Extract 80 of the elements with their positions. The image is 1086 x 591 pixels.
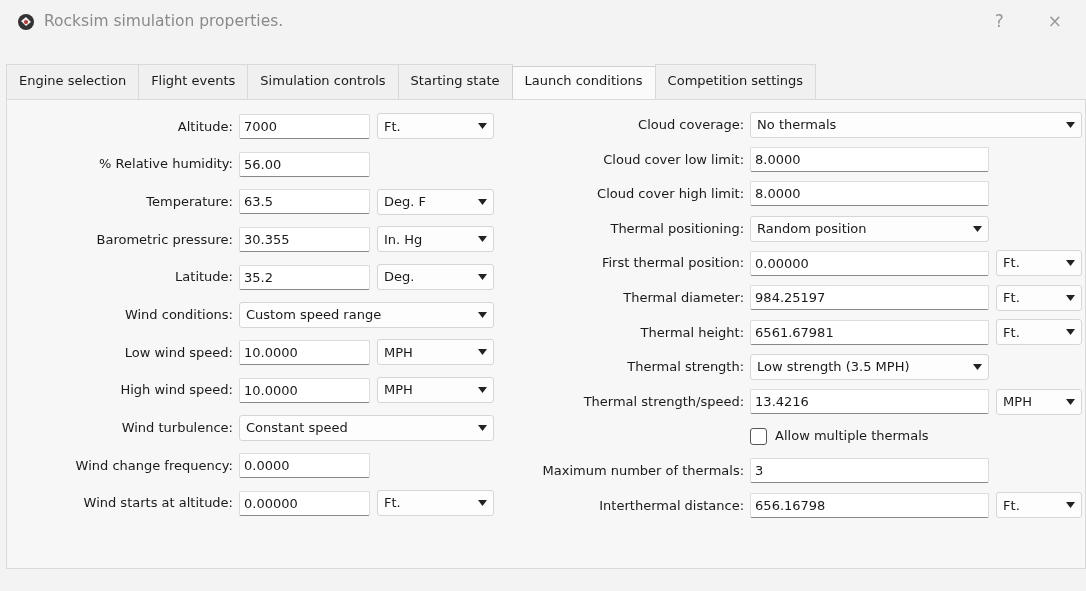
input-field[interactable]: 0.0000 [239,453,370,479]
caret-icon [1066,502,1076,509]
window-title: Rocksim simulation properties. [44,11,284,33]
input-field[interactable]: 0.00000 [750,250,990,276]
field-label: Maximum number of thermals: [541,462,746,480]
field-label: Wind conditions: [123,306,234,325]
input-field[interactable]: 35.2 [239,264,370,290]
input-field[interactable]: 56.00 [239,151,370,177]
field-label: Cloud cover high limit: [596,185,746,204]
caret-icon [973,225,983,232]
input-field[interactable]: 7000 [239,113,370,139]
input-field[interactable]: 8.0000 [750,181,990,207]
field-label: Temperature: [145,192,234,211]
field-label: Wind starts at altitude: [82,494,234,513]
tab[interactable]: Launch conditions [511,66,656,99]
tab[interactable]: Competition settings [654,64,817,99]
dropdown[interactable]: Constant speed [239,414,494,441]
input-field[interactable]: 6561.67981 [750,319,990,345]
unit-dropdown[interactable]: Ft. [996,250,1083,277]
app-icon [16,12,36,32]
unit-dropdown[interactable]: MPH [377,377,494,404]
field-label: Latitude: [174,268,234,287]
caret-icon [478,311,487,318]
caret-icon [478,349,487,356]
caret-icon [973,363,983,370]
caret-icon [1066,398,1076,405]
input-field[interactable]: 63.5 [239,189,370,215]
caret-icon [478,236,487,243]
field-label: Thermal diameter: [622,289,746,307]
field-label: % Relative humidity: [98,155,234,174]
unit-dropdown[interactable]: Ft. [996,492,1083,519]
input-field[interactable]: 10.0000 [239,339,370,365]
checkbox[interactable] [750,427,768,445]
unit-dropdown[interactable]: In. Hg [377,226,494,253]
caret-icon [1066,260,1076,267]
dropdown[interactable]: Random position [750,215,990,242]
caret-icon [478,123,487,130]
caret-icon [478,274,487,281]
unit-dropdown[interactable]: Ft. [996,284,1083,311]
caret-icon [478,500,487,507]
field-label: Thermal height: [639,323,746,342]
field-label: Wind change frequency: [74,456,234,475]
input-field[interactable]: 30.355 [239,226,370,252]
caret-icon [478,387,487,394]
checkbox-label: Allow multiple thermals [775,427,929,446]
unit-dropdown[interactable]: Ft. [377,490,494,517]
caret-icon [478,424,487,431]
input-field[interactable]: 8.0000 [750,146,990,172]
field-label: Altitude: [176,117,234,136]
dropdown[interactable]: Low strength (3.5 MPH) [750,353,990,380]
input-field[interactable]: 3 [750,458,990,484]
unit-dropdown[interactable]: MPH [377,339,494,366]
caret-icon [478,198,487,205]
caret-icon [1066,294,1076,301]
field-label: High wind speed: [119,381,234,400]
input-field[interactable]: 984.25197 [750,285,990,311]
input-field[interactable]: 0.00000 [239,490,370,516]
field-label: Low wind speed: [123,343,234,362]
unit-dropdown[interactable]: Deg. [377,264,494,291]
field-label: Thermal positioning: [609,219,746,238]
caret-icon [1066,329,1076,336]
input-field[interactable]: 10.0000 [239,377,370,403]
field-label: Thermal strength/speed: [582,392,746,411]
tab[interactable]: Engine selection [6,64,140,99]
input-field[interactable]: 13.4216 [750,389,990,415]
field-label: Wind turbulence: [120,419,234,438]
field-label: Barometric pressure: [95,230,234,249]
caret-icon [1066,121,1076,128]
field-label: Thermal strength: [626,358,746,377]
unit-dropdown[interactable]: Ft. [377,113,494,140]
unit-dropdown[interactable]: Deg. F [377,188,494,215]
field-label: Interthermal distance: [598,496,746,515]
dropdown[interactable]: No thermals [750,111,1083,138]
input-field[interactable]: 656.16798 [750,492,990,518]
unit-dropdown[interactable]: Ft. [996,319,1083,346]
field-label: Cloud coverage: [637,116,746,135]
unit-dropdown[interactable]: MPH [996,388,1083,415]
field-label: First thermal position: [600,254,746,273]
field-label: Cloud cover low limit: [602,150,746,169]
dropdown[interactable]: Custom speed range [239,301,494,328]
